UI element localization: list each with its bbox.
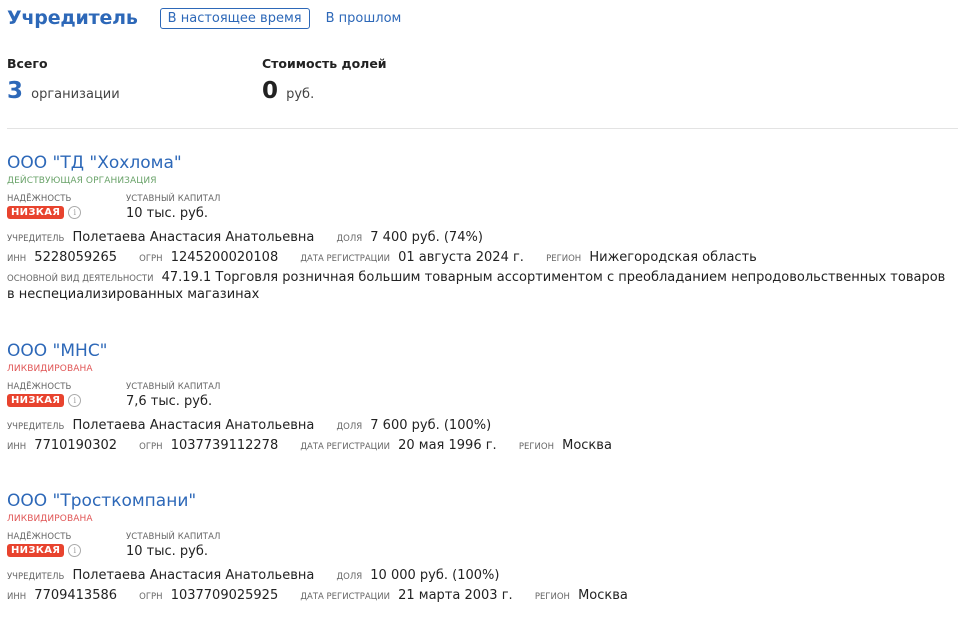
inn-label: ИНН: [7, 254, 27, 264]
region-label: Регион: [518, 442, 554, 452]
reliability-label: Надёжность: [7, 194, 72, 204]
reliability-label: Надёжность: [7, 532, 72, 542]
company-status: Ликвидирована: [7, 514, 93, 524]
founder-value: Полетаева Анастасия Анатольевна: [72, 418, 315, 433]
share-label: доля: [336, 572, 363, 582]
tab-current[interactable]: В настоящее время: [159, 7, 310, 29]
founder-value: Полетаева Анастасия Анатольевна: [72, 568, 315, 583]
section-header: Учредитель В настоящее время В прошлом: [7, 6, 417, 30]
share-value: 7 400 руб. (74%): [370, 230, 483, 245]
reg-date-label: Дата регистрации: [300, 442, 390, 452]
shares-value: 0: [262, 78, 279, 104]
share-label: доля: [336, 234, 363, 244]
company-status: Действующая организация: [7, 176, 157, 186]
company-name-link[interactable]: ООО "Тросткомпани": [7, 491, 952, 511]
capital-label: Уставный капитал: [126, 194, 221, 204]
region-value: Москва: [562, 438, 612, 453]
share-label: доля: [336, 422, 363, 432]
reliability-label: Надёжность: [7, 382, 72, 392]
info-icon[interactable]: i: [68, 394, 82, 407]
company-card: ООО "Тросткомпани" Ликвидирована Надёжно…: [7, 491, 952, 603]
ogrn-value: 1037709025925: [170, 588, 279, 603]
total-unit: организации: [31, 87, 120, 102]
total-value[interactable]: 3: [7, 78, 23, 104]
capital-label: Уставный капитал: [126, 532, 221, 542]
reg-date-value: 01 августа 2024 г.: [398, 250, 524, 265]
company-card: ООО "МНС" Ликвидирована Надёжность НИЗКА…: [7, 341, 952, 453]
inn-label: ИНН: [7, 442, 27, 452]
founder-label: Учредитель: [7, 422, 65, 432]
info-icon[interactable]: i: [68, 206, 82, 219]
inn-label: ИНН: [7, 592, 27, 602]
capital-value: 10 тыс. руб.: [126, 206, 209, 221]
reliability-badge: НИЗКАЯ: [7, 544, 65, 557]
share-value: 10 000 руб. (100%): [370, 568, 500, 583]
founder-label: Учредитель: [7, 234, 65, 244]
ogrn-value: 1037739112278: [170, 438, 279, 453]
shares-unit: руб.: [286, 87, 315, 102]
info-icon[interactable]: i: [68, 544, 82, 557]
shares-label: Стоимость долей: [262, 56, 387, 71]
inn-value: 7710190302: [34, 438, 118, 453]
reg-date-value: 20 мая 1996 г.: [398, 438, 497, 453]
inn-value: 5228059265: [34, 250, 118, 265]
reg-date-label: Дата регистрации: [300, 254, 390, 264]
share-value: 7 600 руб. (100%): [370, 418, 492, 433]
capital-value: 10 тыс. руб.: [126, 544, 209, 559]
founder-value: Полетаева Анастасия Анатольевна: [72, 230, 315, 245]
company-card: ООО "ТД "Хохлома" Действующая организаци…: [7, 153, 952, 303]
region-value: Москва: [578, 588, 628, 603]
reliability-badge: НИЗКАЯ: [7, 394, 65, 407]
capital-label: Уставный капитал: [126, 382, 221, 392]
summary-shares: Стоимость долей 0 руб.: [262, 56, 387, 104]
total-label: Всего: [7, 56, 48, 71]
capital-value: 7,6 тыс. руб.: [126, 394, 213, 409]
company-status: Ликвидирована: [7, 364, 93, 374]
region-label: Регион: [546, 254, 582, 264]
reliability-badge: НИЗКАЯ: [7, 206, 65, 219]
activity-label: Основной вид деятельности: [7, 274, 154, 284]
ogrn-label: ОГРН: [139, 254, 163, 264]
company-name-link[interactable]: ООО "ТД "Хохлома": [7, 153, 952, 173]
section-title: Учредитель: [7, 7, 138, 29]
region-value: Нижегородская область: [589, 250, 757, 265]
region-label: Регион: [534, 592, 570, 602]
divider: [7, 128, 958, 129]
company-name-link[interactable]: ООО "МНС": [7, 341, 952, 361]
reg-date-label: Дата регистрации: [300, 592, 390, 602]
ogrn-label: ОГРН: [139, 442, 163, 452]
ogrn-label: ОГРН: [139, 592, 163, 602]
summary-total: Всего 3 организации: [7, 56, 120, 104]
founder-label: Учредитель: [7, 572, 65, 582]
inn-value: 7709413586: [34, 588, 118, 603]
tab-past[interactable]: В прошлом: [326, 11, 402, 26]
ogrn-value: 1245200020108: [170, 250, 279, 265]
reg-date-value: 21 марта 2003 г.: [398, 588, 513, 603]
